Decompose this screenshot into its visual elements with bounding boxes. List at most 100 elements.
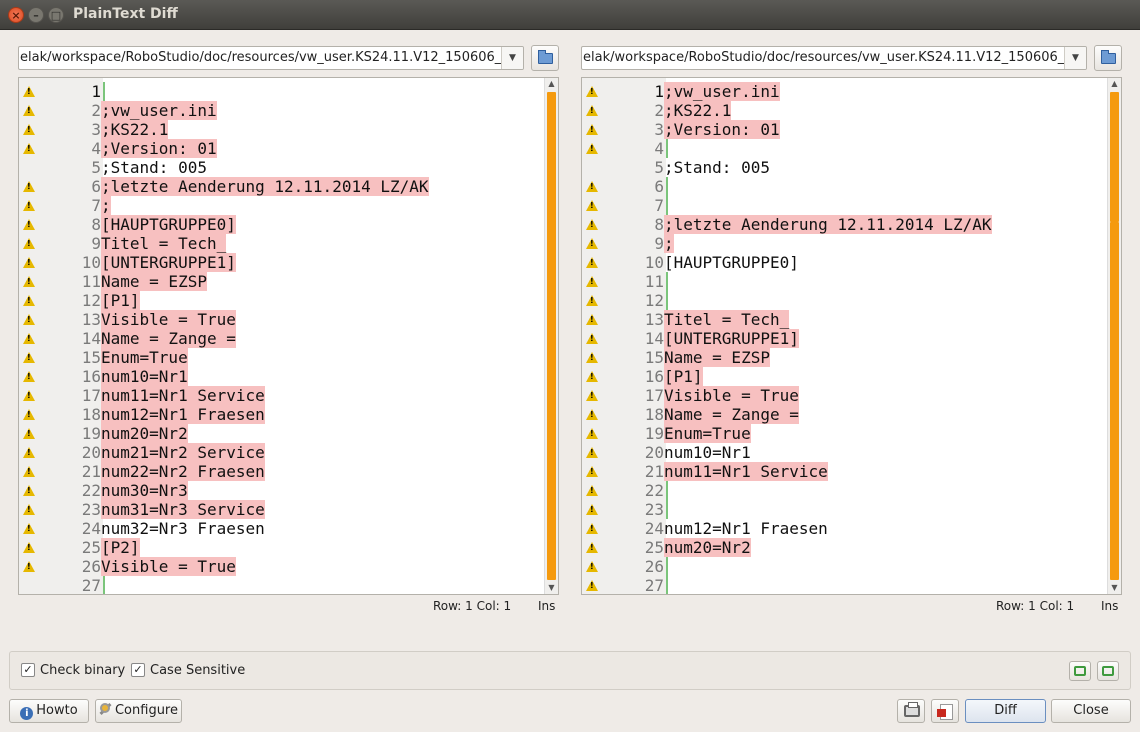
- warning-icon: [23, 181, 35, 192]
- editor-line[interactable]: 13Titel = Tech_: [582, 310, 1121, 329]
- window-close-button[interactable]: ×: [8, 7, 24, 23]
- line-content: ;vw_user.ini: [101, 101, 217, 120]
- editor-line[interactable]: 11: [582, 272, 1121, 291]
- line-text: ;Stand: 005: [664, 158, 770, 177]
- editor-line[interactable]: 7;: [19, 196, 558, 215]
- editor-line[interactable]: 3;KS22.1: [19, 120, 558, 139]
- editor-line[interactable]: 8;letzte Aenderung 12.11.2014 LZ/AK: [582, 215, 1121, 234]
- left-vertical-scrollbar[interactable]: ▲ ▼: [544, 78, 558, 594]
- editor-line[interactable]: 22: [582, 481, 1121, 500]
- change-marker: [666, 177, 668, 196]
- editor-line[interactable]: 21num22=Nr2 Fraesen: [19, 462, 558, 481]
- next-diff-button[interactable]: [1069, 661, 1091, 681]
- chevron-down-icon[interactable]: ▼: [1064, 47, 1086, 69]
- line-number: 3: [91, 120, 101, 139]
- editor-line[interactable]: 5 ;Stand: 005: [19, 158, 558, 177]
- scrollbar-thumb[interactable]: [1110, 92, 1119, 222]
- check-binary-checkbox[interactable]: ✓: [21, 663, 35, 677]
- scroll-down-icon[interactable]: ▼: [1108, 582, 1121, 594]
- right-editor[interactable]: 1;vw_user.ini2;KS22.13;Version: 0145;Sta…: [581, 77, 1122, 595]
- editor-line[interactable]: 18num12=Nr1 Fraesen: [19, 405, 558, 424]
- editor-line[interactable]: 10[HAUPTGRUPPE0]: [582, 253, 1121, 272]
- editor-line[interactable]: 13Visible = True: [19, 310, 558, 329]
- warning-icon: [23, 314, 35, 325]
- editor-line[interactable]: 10[UNTERGRUPPE1]: [19, 253, 558, 272]
- right-file-path-combo[interactable]: elak/workspace/RoboStudio/doc/resources/…: [581, 46, 1087, 70]
- line-content: num20=Nr2: [101, 424, 188, 443]
- editor-line[interactable]: 14Name = Zange =: [19, 329, 558, 348]
- editor-line[interactable]: 18Name = Zange =: [582, 405, 1121, 424]
- editor-line[interactable]: 11Name = EZSP: [19, 272, 558, 291]
- editor-line[interactable]: 27: [19, 576, 558, 594]
- right-open-file-button[interactable]: [1094, 45, 1122, 71]
- window-minimize-button[interactable]: –: [28, 7, 44, 23]
- editor-line[interactable]: 15Enum=True: [19, 348, 558, 367]
- right-vertical-scrollbar[interactable]: ▲ ▼: [1107, 78, 1121, 594]
- editor-line[interactable]: 20num10=Nr1: [582, 443, 1121, 462]
- editor-line[interactable]: 2;vw_user.ini: [19, 101, 558, 120]
- editor-line[interactable]: 2;KS22.1: [582, 101, 1121, 120]
- editor-line[interactable]: 19Enum=True: [582, 424, 1121, 443]
- editor-line[interactable]: 24num32=Nr3 Fraesen: [19, 519, 558, 538]
- editor-line[interactable]: 12[P1]: [19, 291, 558, 310]
- export-pdf-button[interactable]: [931, 699, 959, 723]
- editor-line[interactable]: 27: [582, 576, 1121, 594]
- diff-label: Diff: [994, 703, 1017, 718]
- change-marker: [666, 576, 668, 594]
- editor-line[interactable]: 9;: [582, 234, 1121, 253]
- left-editor[interactable]: 12;vw_user.ini3;KS22.14;Version: 015;Sta…: [18, 77, 559, 595]
- howto-button[interactable]: i Howto: [9, 699, 89, 723]
- editor-line[interactable]: 7: [582, 196, 1121, 215]
- editor-line[interactable]: 17Visible = True: [582, 386, 1121, 405]
- scroll-up-icon[interactable]: ▲: [1108, 78, 1121, 90]
- case-sensitive-checkbox[interactable]: ✓: [131, 663, 145, 677]
- editor-line[interactable]: 26: [582, 557, 1121, 576]
- left-open-file-button[interactable]: [531, 45, 559, 71]
- line-text: Visible = True: [101, 557, 236, 576]
- editor-line[interactable]: 19num20=Nr2: [19, 424, 558, 443]
- scroll-down-icon[interactable]: ▼: [545, 582, 558, 594]
- editor-line[interactable]: 22num30=Nr3: [19, 481, 558, 500]
- print-button[interactable]: [897, 699, 925, 723]
- editor-line[interactable]: 12: [582, 291, 1121, 310]
- editor-line[interactable]: 4: [582, 139, 1121, 158]
- editor-line[interactable]: 20num21=Nr2 Service: [19, 443, 558, 462]
- editor-line[interactable]: 23: [582, 500, 1121, 519]
- editor-line[interactable]: 26Visible = True: [19, 557, 558, 576]
- warning-icon: [23, 542, 35, 553]
- editor-line[interactable]: 5 ;Stand: 005: [582, 158, 1121, 177]
- line-content: num30=Nr3: [101, 481, 188, 500]
- editor-line[interactable]: 1: [19, 82, 558, 101]
- line-content: Titel = Tech_: [101, 234, 227, 253]
- editor-line[interactable]: 16num10=Nr1: [19, 367, 558, 386]
- editor-line[interactable]: 14[UNTERGRUPPE1]: [582, 329, 1121, 348]
- left-file-path-combo[interactable]: elak/workspace/RoboStudio/doc/resources/…: [18, 46, 524, 70]
- editor-line[interactable]: 25[P2]: [19, 538, 558, 557]
- folder-open-icon: [1101, 50, 1116, 64]
- editor-line[interactable]: 3;Version: 01: [582, 120, 1121, 139]
- line-number: 13: [81, 310, 101, 329]
- editor-line[interactable]: 9Titel = Tech_: [19, 234, 558, 253]
- scrollbar-thumb-lower[interactable]: [1110, 222, 1119, 580]
- merge-diff-button[interactable]: [1097, 661, 1119, 681]
- configure-button[interactable]: Configure: [95, 699, 182, 723]
- scroll-up-icon[interactable]: ▲: [545, 78, 558, 90]
- editor-line[interactable]: 4;Version: 01: [19, 139, 558, 158]
- chevron-down-icon[interactable]: ▼: [501, 47, 523, 69]
- line-content: ;KS22.1: [664, 101, 732, 120]
- editor-line[interactable]: 16[P1]: [582, 367, 1121, 386]
- editor-line[interactable]: 21num11=Nr1 Service: [582, 462, 1121, 481]
- editor-line[interactable]: 6: [582, 177, 1121, 196]
- window-maximize-button[interactable]: □: [48, 7, 64, 23]
- editor-line[interactable]: 15Name = EZSP: [582, 348, 1121, 367]
- editor-line[interactable]: 8[HAUPTGRUPPE0]: [19, 215, 558, 234]
- editor-line[interactable]: 1;vw_user.ini: [582, 82, 1121, 101]
- diff-button[interactable]: Diff: [965, 699, 1046, 723]
- editor-line[interactable]: 17num11=Nr1 Service: [19, 386, 558, 405]
- scrollbar-thumb[interactable]: [547, 92, 556, 580]
- editor-line[interactable]: 25num20=Nr2: [582, 538, 1121, 557]
- editor-line[interactable]: 24num12=Nr1 Fraesen: [582, 519, 1121, 538]
- editor-line[interactable]: 23num31=Nr3 Service: [19, 500, 558, 519]
- editor-line[interactable]: 6;letzte Aenderung 12.11.2014 LZ/AK: [19, 177, 558, 196]
- close-button[interactable]: Close: [1051, 699, 1131, 723]
